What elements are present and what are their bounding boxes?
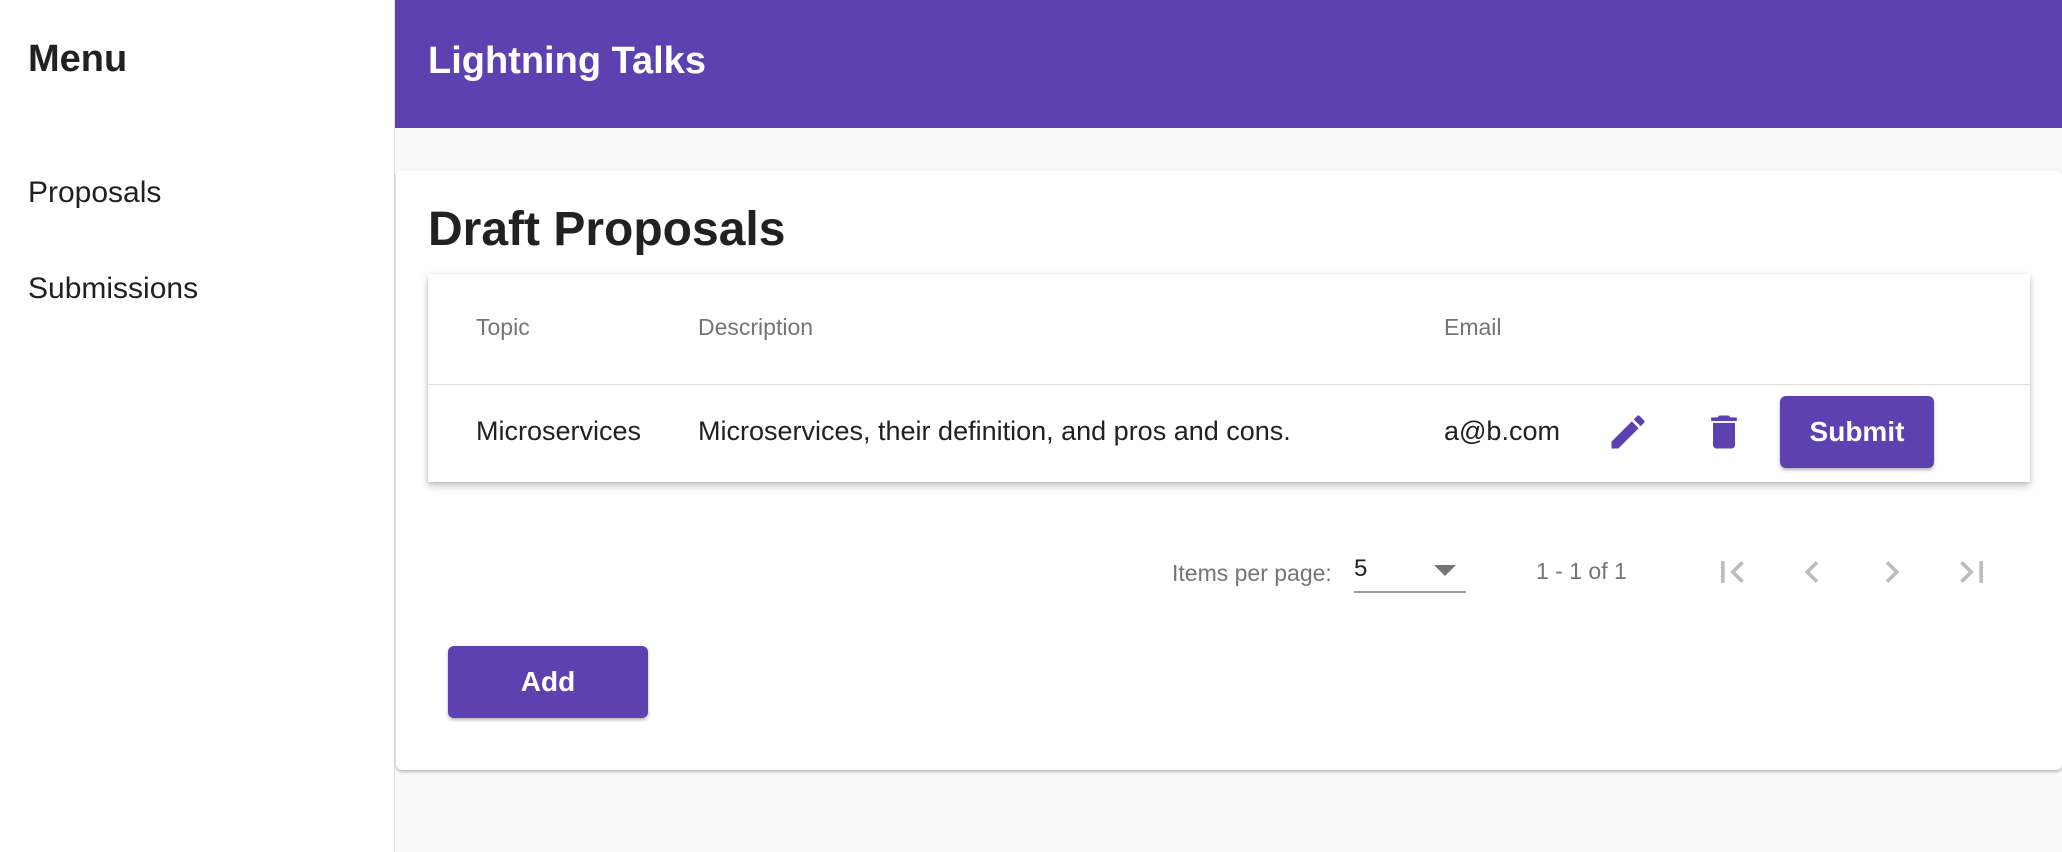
chevron-right-icon	[1885, 561, 1900, 583]
menu-title: Menu	[28, 38, 128, 80]
sidebar-item-submissions[interactable]: Submissions	[28, 272, 198, 306]
app-toolbar: Lightning Talks	[395, 0, 2062, 128]
submit-button[interactable]: Submit	[1780, 396, 1934, 468]
app-title: Lightning Talks	[428, 40, 706, 82]
page-title: Draft Proposals	[428, 203, 786, 256]
sidebar-item-proposals[interactable]: Proposals	[28, 176, 161, 210]
page-size-select[interactable]: 5	[1354, 553, 1466, 593]
proposals-table: Topic Description Email Microservices Mi…	[428, 274, 2030, 482]
previous-page-button[interactable]	[1790, 550, 1834, 599]
add-button[interactable]: Add	[448, 646, 648, 718]
first-page-button[interactable]	[1710, 550, 1754, 599]
sidebar: Menu Proposals Submissions	[0, 0, 395, 852]
proposals-card: Draft Proposals Topic Description Email …	[396, 170, 2062, 770]
first-page-icon	[1721, 561, 1744, 583]
cell-topic: Microservices	[476, 416, 642, 446]
pencil-icon	[1611, 415, 1645, 449]
items-per-page-label: Items per page:	[1172, 560, 1332, 586]
last-page-button[interactable]	[1950, 550, 1994, 599]
row-divider	[428, 384, 2030, 385]
cell-email: a@b.com	[1444, 416, 1560, 446]
delete-button[interactable]	[1702, 410, 1746, 459]
range-label: 1 - 1 of 1	[1536, 558, 1627, 584]
last-page-icon	[1960, 561, 1983, 583]
edit-button[interactable]	[1606, 410, 1650, 459]
column-header-description[interactable]: Description	[698, 314, 813, 341]
trash-icon	[1711, 415, 1737, 449]
cell-description: Microservices, their definition, and pro…	[698, 416, 1291, 446]
column-header-topic[interactable]: Topic	[476, 314, 530, 341]
next-page-button[interactable]	[1870, 550, 1914, 599]
chevron-left-icon	[1804, 561, 1819, 583]
page-size-value: 5	[1354, 555, 1368, 582]
chevron-down-icon	[1434, 565, 1456, 576]
column-header-email[interactable]: Email	[1444, 314, 1502, 341]
